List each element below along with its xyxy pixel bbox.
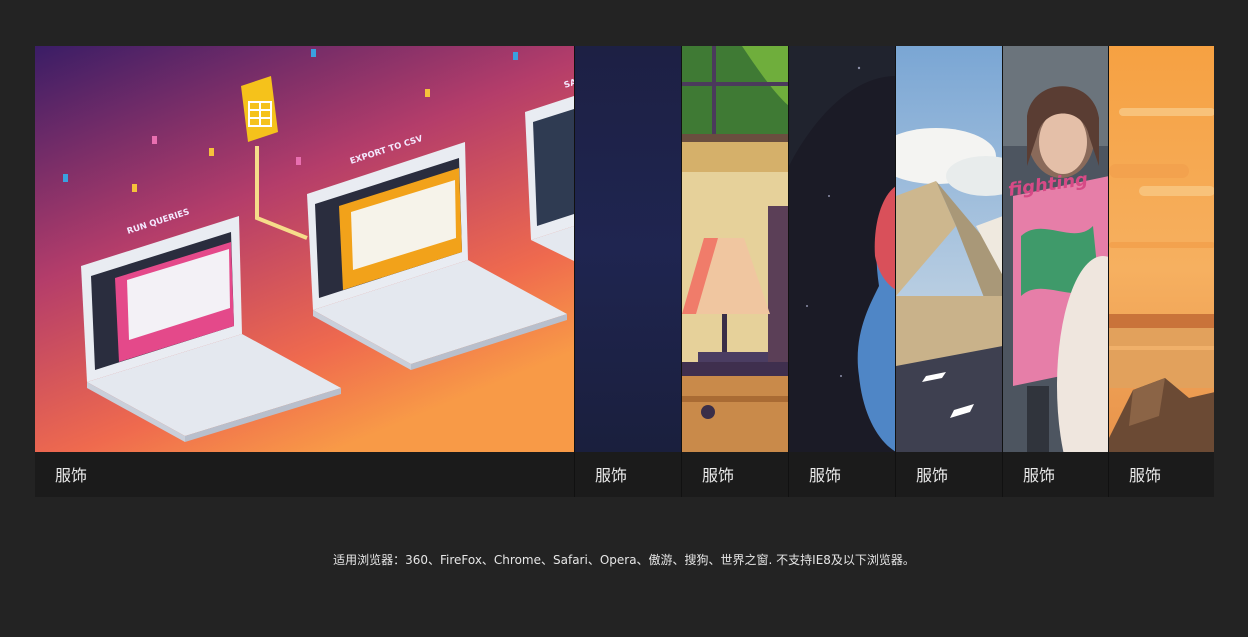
accordion-panel-1[interactable]: RUN QUERIES EXPORT TO CSV SA 服饰 [35,46,574,497]
panel-caption: 服饰 [789,452,895,497]
browser-support-note: 适用浏览器：360、FireFox、Chrome、Safari、Opera、傲游… [333,553,915,567]
panel-image-lamp [682,46,788,452]
accordion-panel-6[interactable]: fighting 服饰 [1002,46,1108,497]
panel-caption: 服饰 [896,452,1002,497]
panel-caption: 服饰 [1003,452,1108,497]
panel-image-dark [575,46,681,452]
accordion-panel-3[interactable]: 服饰 [681,46,788,497]
panel-caption: 服饰 [35,452,574,497]
accordion-panel-5[interactable]: 服饰 [895,46,1002,497]
accordion-panel-7[interactable]: 服饰 [1108,46,1214,497]
panel-image-mountain [896,46,1002,452]
panel-caption: 服饰 [575,452,681,497]
panel-image-character: fighting [1003,46,1108,452]
panel-image-night [789,46,895,452]
panel-image-laptops: RUN QUERIES EXPORT TO CSV SA [35,46,574,452]
image-accordion: RUN QUERIES EXPORT TO CSV SA 服饰 服饰 服饰 服饰… [35,46,1215,497]
panel-caption: 服饰 [682,452,788,497]
panel-caption: 服饰 [1109,452,1214,497]
accordion-panel-4[interactable]: 服饰 [788,46,895,497]
panel-image-desert [1109,46,1214,452]
accordion-panel-2[interactable]: 服饰 [574,46,681,497]
